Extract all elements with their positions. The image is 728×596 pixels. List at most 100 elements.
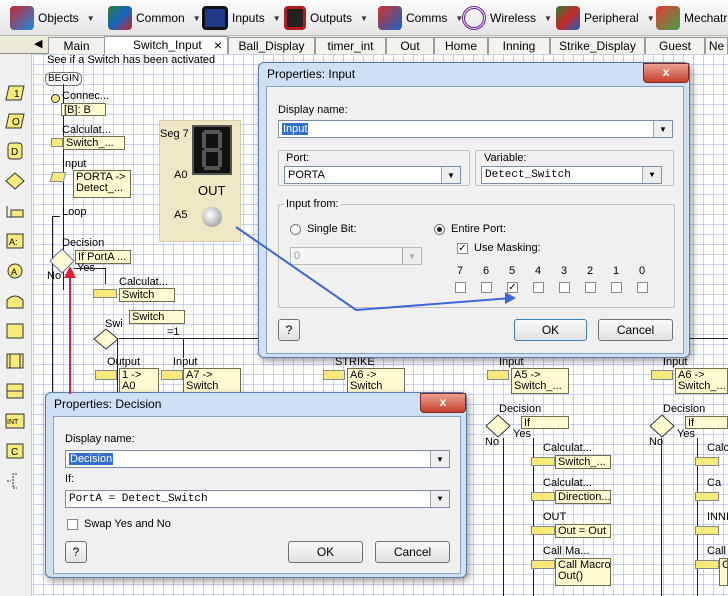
close-icon[interactable]: x <box>643 63 689 83</box>
calculation-box[interactable]: Switch_... <box>63 136 125 150</box>
help-button[interactable]: ? <box>65 541 87 563</box>
display-name-value: Input <box>282 123 309 135</box>
bit-7-checkbox[interactable] <box>455 282 466 293</box>
tab-guest[interactable]: Guest <box>645 37 705 54</box>
right-box[interactable]: Ca <box>719 558 728 586</box>
callmacro-box[interactable]: Call Macro Out() <box>555 558 611 586</box>
calc4-box[interactable]: Direction... <box>555 490 611 504</box>
chevron-down-icon[interactable]: ▼ <box>430 451 449 467</box>
comment-icon[interactable] <box>5 472 25 490</box>
toolbar-objects[interactable]: Objects ▼ <box>10 4 95 32</box>
bit-1-checkbox[interactable] <box>611 282 622 293</box>
tab-close-icon[interactable]: × <box>214 37 222 53</box>
display-name-field[interactable]: Decision ▼ <box>65 450 450 468</box>
chevron-down-icon[interactable]: ▼ <box>642 167 661 183</box>
bit-6-checkbox[interactable] <box>481 282 492 293</box>
port-select[interactable]: PORTA ▼ <box>284 166 461 184</box>
toolbar-label: Outputs <box>310 11 353 25</box>
tab-ball-display[interactable]: Ball_Display <box>228 37 315 54</box>
close-icon[interactable]: x <box>420 393 466 413</box>
calculation2-box[interactable]: Switch =... <box>119 288 175 302</box>
connection-icon[interactable]: A: <box>5 232 25 250</box>
toolbar-mechatronics[interactable]: Mechatr <box>656 4 727 32</box>
strike-box[interactable]: A6 -> Switch <box>347 368 405 394</box>
display-name-field[interactable]: Input ▼ <box>278 120 673 138</box>
decision-properties-dialog: Properties: Decision x Display name: Dec… <box>45 392 467 578</box>
connection-point-icon[interactable]: A <box>5 262 25 280</box>
decision3-diamond[interactable] <box>649 414 675 438</box>
toolbar-common[interactable]: Common ▼ <box>108 4 201 32</box>
toolbar-label: Common <box>136 11 185 25</box>
callmacro-label: Call Ma... <box>543 545 590 557</box>
chevron-down-icon[interactable]: ▼ <box>402 248 421 264</box>
output-box[interactable]: 1 -> A0 <box>119 368 159 394</box>
bit-4-checkbox[interactable] <box>533 282 544 293</box>
tab-next[interactable]: Ne <box>705 37 728 54</box>
variable-select[interactable]: Detect_Switch ▼ <box>481 166 662 184</box>
decision-icon[interactable] <box>5 172 25 190</box>
toolbar-wireless[interactable]: Wireless ▼ <box>462 4 552 32</box>
delay-icon[interactable]: D <box>5 142 25 160</box>
bit-5-checkbox[interactable]: ✓ <box>507 282 518 293</box>
output-icon[interactable]: O <box>5 112 25 130</box>
use-masking-checkbox[interactable]: ✓ <box>457 243 468 254</box>
tab-home[interactable]: Home <box>434 37 488 54</box>
single-bit-value: 0 <box>294 250 301 262</box>
input2-box[interactable]: A7 -> Switch <box>183 368 241 394</box>
chevron-down-icon[interactable]: ▼ <box>653 121 672 137</box>
decision2-diamond[interactable] <box>485 414 511 438</box>
swap-yes-no-checkbox[interactable] <box>67 519 78 530</box>
dialog-body: Display name: Input ▼ Port: PORTA ▼ Vari… <box>266 86 684 354</box>
tab-inning[interactable]: Inning <box>488 37 550 54</box>
out-box[interactable]: Out = Out <box>555 524 611 538</box>
single-bit-radio[interactable] <box>290 224 301 235</box>
tab-timer-int[interactable]: timer_int <box>315 37 386 54</box>
toolbar-comms[interactable]: Comms ▼ <box>378 4 463 32</box>
interrupt-icon[interactable]: INT <box>5 412 25 430</box>
tab-strike-display[interactable]: Strike_Display <box>550 37 645 54</box>
push-switch-icon[interactable] <box>202 207 222 227</box>
component-panel[interactable]: Seg 7 A0 OUT A5 <box>159 120 241 242</box>
entire-port-label: Entire Port: <box>451 223 507 235</box>
if-condition-field[interactable]: PortA = Detect_Switch ▼ <box>65 490 450 508</box>
entire-port-radio[interactable] <box>434 224 445 235</box>
input4-box[interactable]: A6 -> Switch_... <box>675 368 728 394</box>
switch-diamond[interactable] <box>93 328 119 350</box>
tab-out[interactable]: Out <box>386 37 434 54</box>
chevron-down-icon[interactable]: ▼ <box>430 491 449 507</box>
bit-3-checkbox[interactable] <box>559 282 570 293</box>
switch-pin-label: A5 <box>174 209 188 221</box>
macro-icon[interactable] <box>5 352 25 370</box>
bit-2-checkbox[interactable] <box>585 282 596 293</box>
cancel-button[interactable]: Cancel <box>598 319 673 341</box>
toolbar-outputs[interactable]: Outputs ▼ <box>284 4 368 32</box>
tab-scroll-left-icon[interactable]: ◀ <box>34 37 42 50</box>
input-box[interactable]: PORTA -> Detect_... <box>73 170 131 198</box>
ok-button[interactable]: OK <box>288 541 363 563</box>
switch-box[interactable]: Switch S... <box>129 310 185 324</box>
chevron-down-icon[interactable]: ▼ <box>441 167 460 183</box>
help-button[interactable]: ? <box>278 319 300 341</box>
cancel-button[interactable]: Cancel <box>375 541 450 563</box>
bit-0-checkbox[interactable] <box>637 282 648 293</box>
tab-main[interactable]: Main <box>48 37 105 54</box>
dialog-title: Properties: Input <box>267 67 356 81</box>
seven-segment-digit-icon <box>202 130 222 170</box>
connection-box[interactable]: [B]: B <box>61 103 106 116</box>
calculation-icon[interactable] <box>5 322 25 340</box>
input3-box[interactable]: A5 -> Switch_... <box>511 368 569 394</box>
calc3-box[interactable]: Switch_... <box>555 455 611 469</box>
toolbar-peripheral[interactable]: Peripheral ▼ <box>556 4 655 32</box>
loop-icon[interactable] <box>5 202 25 220</box>
toolbar-label: Mechatr <box>684 11 728 25</box>
component-macro-icon[interactable] <box>5 292 25 310</box>
single-bit-select[interactable]: 0 ▼ <box>290 247 422 265</box>
switch-icon[interactable] <box>5 382 25 400</box>
ok-button[interactable]: OK <box>514 319 587 341</box>
input-icon[interactable]: 1 <box>5 84 25 102</box>
code-icon[interactable]: C <box>5 442 25 460</box>
tab-switch-input[interactable]: Switch_Input × <box>104 36 228 55</box>
toolbar-inputs[interactable]: Inputs ▼ <box>202 4 281 32</box>
svg-text:C: C <box>11 447 18 458</box>
seg7-out-label: OUT <box>198 183 226 198</box>
